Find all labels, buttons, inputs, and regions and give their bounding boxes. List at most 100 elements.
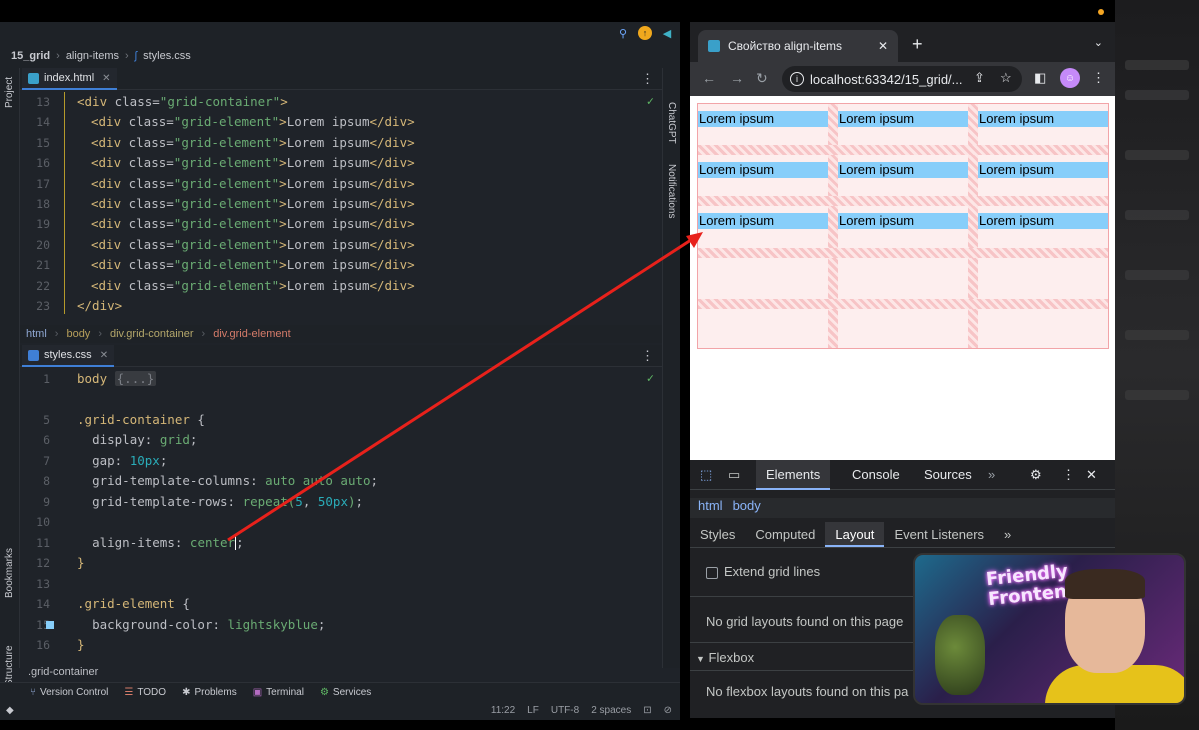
subtab-computed[interactable]: Computed [745, 522, 825, 547]
left-tool-strip: Project Bookmarks Structure [0, 68, 20, 686]
notifications-tool[interactable]: Notifications [666, 164, 677, 218]
back-icon[interactable]: ← [702, 70, 716, 86]
css-editor[interactable]: ✓ 1body {...} 4 5.grid-container { 6 dis… [20, 367, 662, 665]
crumb-body[interactable]: body [733, 498, 761, 518]
terminal-button[interactable]: ▣ Terminal [253, 687, 304, 698]
url-text: localhost:63342/15_grid/... [810, 71, 963, 87]
no-flex-message: No flexbox layouts found on this pa [706, 684, 909, 699]
line-number: 15 [36, 135, 50, 150]
close-icon[interactable]: ✕ [102, 73, 110, 84]
more-icon[interactable]: ⋮ [641, 348, 654, 364]
extend-grid-lines-option[interactable]: Extend grid lines [706, 564, 820, 579]
star-icon[interactable]: ☆ [1000, 70, 1012, 86]
grid-element: Lorem ipsum [698, 110, 828, 127]
caret-position[interactable]: 11:22 [491, 705, 515, 716]
line-separator[interactable]: LF [527, 705, 539, 716]
tab-styles-css[interactable]: styles.css ✕ [22, 345, 115, 367]
todo-button[interactable]: ☰ TODO [124, 687, 166, 698]
browser-tab[interactable]: Свойство align-items ✕ [698, 30, 898, 62]
line-number: 22 [36, 278, 50, 293]
avatar[interactable]: ☺ [1060, 68, 1080, 88]
line-number: 23 [36, 299, 50, 313]
close-icon[interactable]: ✕ [100, 350, 108, 361]
css-file-icon [28, 349, 39, 361]
search-icon[interactable]: ⚲ [616, 26, 630, 40]
tab-index-html[interactable]: index.html ✕ [22, 68, 117, 90]
breadcrumb-folder[interactable]: align-items [66, 50, 119, 62]
bookmarks-tool[interactable]: Bookmarks [4, 548, 15, 598]
device-toggle-icon[interactable]: ▭ [728, 460, 740, 490]
tab-elements[interactable]: Elements [756, 460, 831, 490]
code-line: 19 <div class="grid-element">Lorem ipsum<… [20, 214, 660, 234]
flexbox-section-header[interactable]: ▼ Flexbox [696, 650, 754, 665]
crumb-body[interactable]: body [66, 328, 90, 340]
version-control-button[interactable]: ⑂ Version Control [30, 687, 108, 698]
code-line: 9 grid-template-rows: repeat(5, 50px); [43, 494, 364, 509]
project-tool[interactable]: Project [4, 77, 15, 108]
line-number: 19 [36, 217, 50, 232]
problems-button[interactable]: ✱ Problems [182, 687, 237, 698]
structure-tool[interactable]: Structure [4, 645, 15, 686]
line-number: 16 [36, 156, 50, 171]
subtab-event-listeners[interactable]: Event Listeners [884, 522, 994, 547]
check-icon: ✓ [646, 94, 654, 108]
crumb-grid-element[interactable]: div.grid-element [213, 328, 290, 340]
forward-icon[interactable]: → [730, 70, 744, 86]
css-selector-breadcrumb[interactable]: .grid-container [20, 666, 662, 682]
more-icon[interactable]: ⋮ [641, 71, 654, 87]
lock-icon[interactable]: ⊡ [643, 705, 651, 716]
inspect-icon[interactable]: ⬚ [700, 460, 712, 490]
inspection-icon[interactable]: ⊘ [664, 705, 672, 716]
sidebar-icon[interactable]: ◧ [1034, 70, 1046, 86]
address-bar[interactable]: i localhost:63342/15_grid/... [782, 66, 1022, 92]
tab-sources[interactable]: Sources [924, 460, 972, 490]
crumb-html[interactable]: html [26, 328, 47, 340]
grid-gap-row [698, 247, 1108, 258]
tab-console[interactable]: Console [852, 460, 900, 490]
tab-label: styles.css [44, 349, 92, 361]
code-line: 16} [36, 637, 85, 652]
chatgpt-tool[interactable]: ChatGPT [666, 102, 677, 144]
browser-tab-strip: Свойство align-items ✕ + ⌄ [690, 22, 1115, 62]
grid-element: Lorem ipsum [978, 110, 1108, 127]
menu-icon[interactable]: ⋮ [1092, 70, 1105, 86]
plugin-icon[interactable]: ◀ [660, 26, 674, 40]
indent-setting[interactable]: 2 spaces [591, 705, 631, 716]
subtab-layout[interactable]: Layout [825, 522, 885, 547]
menu-icon[interactable]: ⋮ [1062, 460, 1075, 490]
grid-gap-row [698, 196, 1108, 207]
code-line: 15 background-color: lightskyblue; [36, 617, 326, 632]
share-icon[interactable]: ⇪ [974, 70, 985, 86]
code-line: 23 </div> [20, 296, 660, 316]
update-icon[interactable]: ↑ [638, 26, 652, 40]
services-button[interactable]: ⚙ Services [320, 687, 371, 698]
new-tab-icon[interactable]: + [912, 34, 923, 55]
grid-element: Lorem ipsum [838, 161, 968, 178]
subtab-styles[interactable]: Styles [690, 522, 745, 547]
html-tab-bar: index.html ✕ ⋮ [20, 68, 662, 90]
more-subtabs-icon[interactable]: » [994, 522, 1021, 547]
ide-title-bar: 15_grid › align-items › ʃ styles.css ⚲ ↑… [0, 22, 680, 68]
devtools-tab-bar: ⬚ ▭ Elements Console Sources » ⚙ ⋮ ✕ [690, 460, 1115, 490]
browser-toolbar: ← → ↻ i localhost:63342/15_grid/... ⇪ ☆ … [690, 62, 1115, 96]
close-icon[interactable]: ✕ [878, 39, 888, 53]
chevron-down-icon[interactable]: ⌄ [1094, 36, 1103, 49]
code-line: 5 .grid-container { [43, 412, 205, 427]
breadcrumb-project[interactable]: 15_grid [11, 50, 50, 62]
grid-gap-column [828, 104, 838, 348]
html-editor[interactable]: 13 <div class="grid-container"> 14 <div cla… [20, 90, 662, 324]
info-icon[interactable]: i [790, 72, 804, 86]
encoding[interactable]: UTF-8 [551, 705, 579, 716]
crumb-grid-container[interactable]: div.grid-container [110, 328, 194, 340]
crumb-html[interactable]: html [698, 498, 723, 518]
more-tabs-icon[interactable]: » [988, 460, 995, 490]
close-icon[interactable]: ✕ [1086, 460, 1097, 490]
reload-icon[interactable]: ↻ [756, 70, 768, 87]
code-line: 21 <div class="grid-element">Lorem ipsum<… [20, 255, 660, 275]
extend-grid-checkbox[interactable] [706, 566, 718, 579]
settings-icon[interactable]: ⚙ [1030, 460, 1042, 490]
code-line: 8 grid-template-columns: auto auto auto; [43, 473, 379, 488]
breadcrumb-file[interactable]: styles.css [143, 50, 191, 62]
layers-icon[interactable]: ◆ [6, 705, 14, 716]
line-number: 20 [36, 237, 50, 252]
